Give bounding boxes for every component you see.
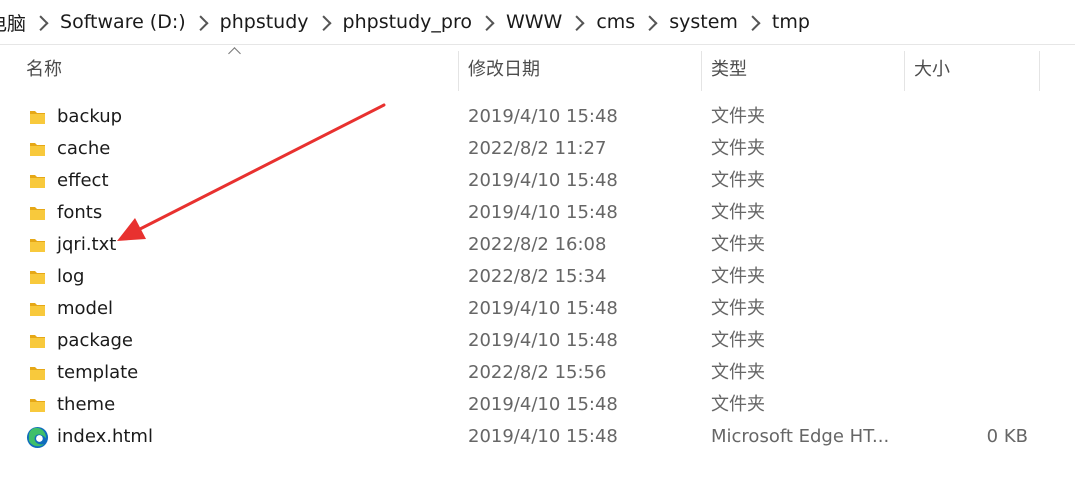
chevron-right-icon[interactable] bbox=[33, 14, 49, 31]
file-row[interactable]: effect 2019/4/10 15:48 文件夹 bbox=[0, 165, 1075, 197]
chevron-right-icon[interactable] bbox=[478, 14, 495, 31]
file-modified-date: 2022/8/2 15:56 bbox=[468, 362, 607, 383]
file-name[interactable]: fonts bbox=[57, 197, 102, 229]
file-row[interactable]: template 2022/8/2 15:56 文件夹 bbox=[0, 357, 1075, 389]
file-modified-date: 2022/8/2 15:34 bbox=[468, 266, 607, 287]
folder-icon bbox=[30, 175, 45, 188]
file-name[interactable]: index.html bbox=[57, 421, 153, 453]
file-type: 文件夹 bbox=[711, 106, 765, 127]
file-modified-date: 2019/4/10 15:48 bbox=[468, 426, 618, 447]
file-type: Microsoft Edge HT... bbox=[711, 426, 890, 447]
file-type: 文件夹 bbox=[711, 298, 765, 319]
folder-icon bbox=[30, 111, 45, 124]
file-row[interactable]: fonts 2019/4/10 15:48 文件夹 bbox=[0, 197, 1075, 229]
column-header-type-label: 类型 bbox=[711, 59, 747, 80]
breadcrumb-item-cms[interactable]: cms bbox=[596, 11, 635, 33]
chevron-right-icon[interactable] bbox=[744, 14, 761, 31]
folder-icon bbox=[30, 239, 45, 252]
file-name[interactable]: backup bbox=[57, 101, 122, 133]
file-row[interactable]: cache 2022/8/2 11:27 文件夹 bbox=[0, 133, 1075, 165]
column-header-size-label: 大小 bbox=[914, 59, 950, 80]
column-header-name-label: 名称 bbox=[26, 59, 62, 80]
breadcrumb-item-phpstudy[interactable]: phpstudy bbox=[220, 11, 309, 33]
folder-icon bbox=[30, 367, 45, 380]
file-modified-date: 2019/4/10 15:48 bbox=[468, 106, 618, 127]
file-row[interactable]: package 2019/4/10 15:48 文件夹 bbox=[0, 325, 1075, 357]
file-size: 0 KB bbox=[986, 426, 1028, 447]
folder-icon bbox=[30, 207, 45, 220]
file-name[interactable]: effect bbox=[57, 165, 109, 197]
file-list: backup 2019/4/10 15:48 文件夹 cache 2022/8/2 11… bbox=[0, 101, 1075, 453]
file-type: 文件夹 bbox=[711, 138, 765, 159]
breadcrumb-item-phpstudy-pro[interactable]: phpstudy_pro bbox=[343, 11, 472, 33]
file-type: 文件夹 bbox=[711, 394, 765, 415]
file-modified-date: 2019/4/10 15:48 bbox=[468, 298, 618, 319]
column-header-row: 名称 修改日期 类型 大小 bbox=[0, 45, 1075, 95]
file-row[interactable]: backup 2019/4/10 15:48 文件夹 bbox=[0, 101, 1075, 133]
chevron-right-icon[interactable] bbox=[569, 14, 585, 31]
folder-icon bbox=[30, 399, 45, 412]
column-resize-handle[interactable] bbox=[1039, 51, 1040, 91]
file-type: 文件夹 bbox=[711, 170, 765, 191]
breadcrumb-item-system[interactable]: system bbox=[669, 11, 738, 33]
folder-icon bbox=[30, 143, 45, 156]
file-type: 文件夹 bbox=[711, 234, 765, 255]
file-row[interactable]: jqri.txt 2022/8/2 16:08 文件夹 bbox=[0, 229, 1075, 261]
file-row[interactable]: theme 2019/4/10 15:48 文件夹 bbox=[0, 389, 1075, 421]
file-name[interactable]: cache bbox=[57, 133, 110, 165]
column-header-date-label: 修改日期 bbox=[468, 59, 540, 80]
file-name[interactable]: template bbox=[57, 357, 138, 389]
breadcrumb-item-tmp[interactable]: tmp bbox=[772, 11, 810, 33]
file-row[interactable]: index.html 2019/4/10 15:48 Microsoft Edge … bbox=[0, 421, 1075, 453]
file-name[interactable]: theme bbox=[57, 389, 115, 421]
file-modified-date: 2019/4/10 15:48 bbox=[468, 202, 618, 223]
file-row[interactable]: log 2022/8/2 15:34 文件夹 bbox=[0, 261, 1075, 293]
chevron-right-icon[interactable] bbox=[192, 14, 209, 31]
folder-icon bbox=[30, 271, 45, 284]
chevron-right-icon[interactable] bbox=[315, 14, 332, 31]
file-modified-date: 2019/4/10 15:48 bbox=[468, 170, 618, 191]
breadcrumb: 电脑 Software (D:) phpstudy phpstudy_pro W… bbox=[0, 0, 1075, 44]
breadcrumb-item-www[interactable]: WWW bbox=[506, 11, 562, 33]
file-name[interactable]: model bbox=[57, 293, 113, 325]
file-modified-date: 2022/8/2 16:08 bbox=[468, 234, 607, 255]
column-resize-handle[interactable] bbox=[904, 51, 905, 91]
folder-icon bbox=[30, 335, 45, 348]
file-type: 文件夹 bbox=[711, 362, 765, 383]
column-resize-handle[interactable] bbox=[458, 51, 459, 91]
column-header-size[interactable]: 大小 bbox=[914, 45, 1038, 91]
file-row[interactable]: model 2019/4/10 15:48 文件夹 bbox=[0, 293, 1075, 325]
column-header-date[interactable]: 修改日期 bbox=[468, 45, 700, 91]
edge-icon bbox=[26, 426, 49, 449]
column-header-type[interactable]: 类型 bbox=[711, 45, 903, 91]
file-modified-date: 2019/4/10 15:48 bbox=[468, 330, 618, 351]
file-name[interactable]: jqri.txt bbox=[57, 229, 116, 261]
column-resize-handle[interactable] bbox=[701, 51, 702, 91]
chevron-right-icon[interactable] bbox=[642, 14, 658, 31]
breadcrumb-item-this-pc[interactable]: 电脑 bbox=[0, 9, 26, 36]
file-type: 文件夹 bbox=[711, 266, 765, 287]
breadcrumb-item-software-d[interactable]: Software (D:) bbox=[60, 11, 186, 33]
file-name[interactable]: log bbox=[57, 261, 84, 293]
file-name[interactable]: package bbox=[57, 325, 133, 357]
file-modified-date: 2019/4/10 15:48 bbox=[468, 394, 618, 415]
column-header-name[interactable]: 名称 bbox=[26, 45, 456, 91]
file-type: 文件夹 bbox=[711, 330, 765, 351]
file-type: 文件夹 bbox=[711, 202, 765, 223]
file-modified-date: 2022/8/2 11:27 bbox=[468, 138, 607, 159]
folder-icon bbox=[30, 303, 45, 316]
